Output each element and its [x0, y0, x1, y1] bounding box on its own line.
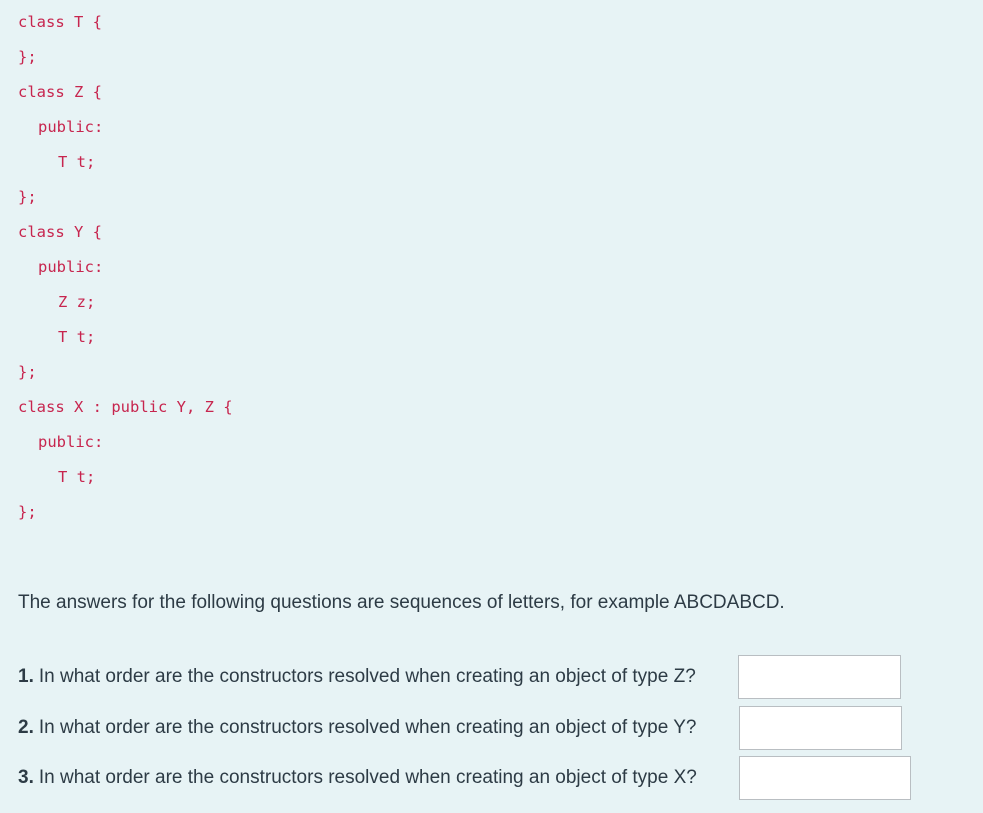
question-1: 1. In what order are the constructors re…	[18, 655, 696, 699]
code-line: public:	[38, 118, 104, 136]
code-line: T t;	[58, 468, 96, 486]
code-line: };	[18, 363, 37, 381]
question-3: 3. In what order are the constructors re…	[18, 756, 697, 800]
question-text: In what order are the constructors resol…	[38, 767, 697, 788]
answer-input-z[interactable]	[738, 655, 901, 699]
question-2: 2. In what order are the constructors re…	[18, 706, 697, 750]
instructions-text: The answers for the following questions …	[18, 592, 785, 613]
question-number: 1.	[18, 666, 34, 687]
code-line: T t;	[58, 153, 96, 171]
question-text: In what order are the constructors resol…	[38, 717, 697, 738]
code-line: };	[18, 503, 37, 521]
code-line: public:	[38, 258, 104, 276]
code-line: class X : public Y, Z {	[18, 398, 233, 416]
code-line: };	[18, 48, 37, 66]
code-line: class Y {	[18, 223, 102, 241]
code-block: class T { }; class Z { public: T t; }; c…	[18, 0, 618, 540]
answer-input-y[interactable]	[739, 706, 902, 750]
code-line: };	[18, 188, 37, 206]
code-line: class Z {	[18, 83, 102, 101]
question-number: 3.	[18, 767, 34, 788]
code-line: T t;	[58, 328, 96, 346]
code-line: Z z;	[58, 293, 96, 311]
question-text: In what order are the constructors resol…	[38, 666, 696, 687]
code-line: public:	[38, 433, 104, 451]
question-number: 2.	[18, 717, 34, 738]
answer-input-x[interactable]	[739, 756, 911, 800]
code-line: class T {	[18, 13, 102, 31]
